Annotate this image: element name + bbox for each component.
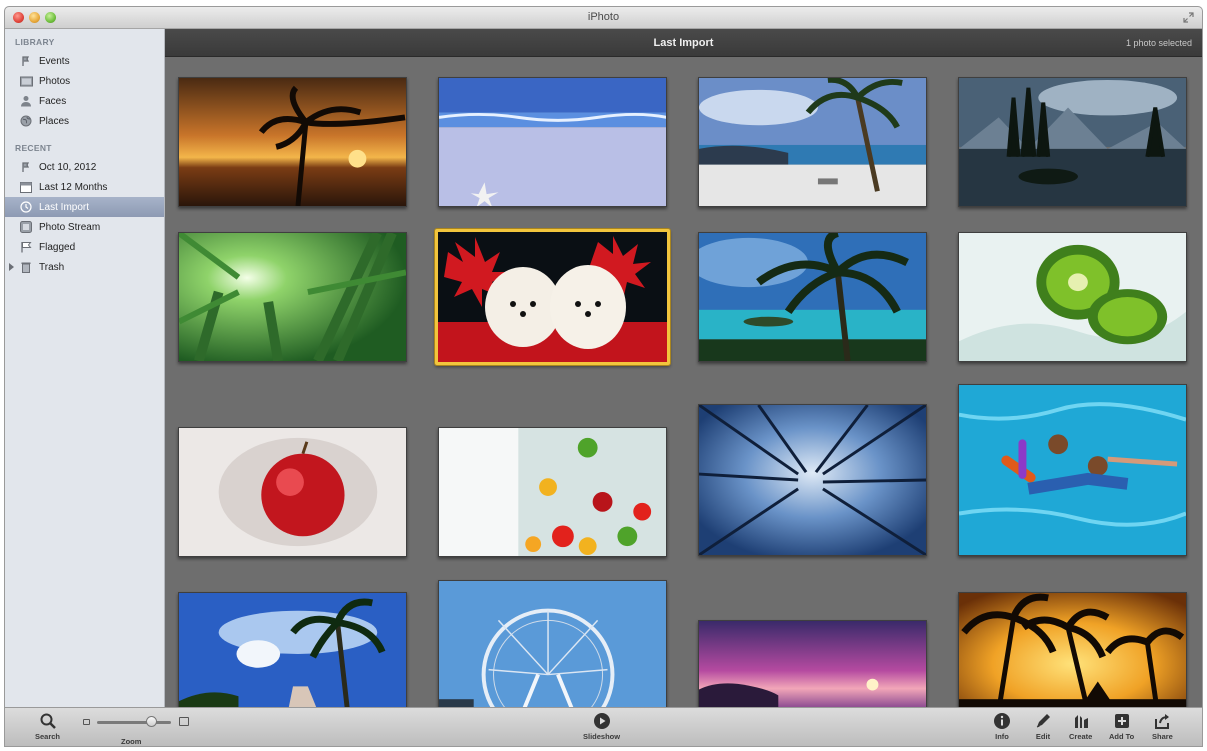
photo-thumbnail[interactable] — [438, 77, 667, 207]
pencil-icon — [1036, 714, 1050, 728]
sidebar-item-places[interactable]: Places — [5, 111, 164, 131]
recent-heading: RECENT — [15, 143, 52, 153]
photos-icon — [19, 74, 33, 88]
slideshow-label: Slideshow — [583, 732, 621, 741]
title-bar: iPhoto — [5, 7, 1202, 29]
share-button[interactable]: Share — [1152, 712, 1173, 741]
selection-status: 1 photo selected — [1125, 38, 1192, 48]
add-to-icon — [1114, 714, 1129, 728]
sidebar-item-label: Photo Stream — [39, 221, 101, 233]
info-button[interactable]: Info — [993, 712, 1011, 741]
photo-thumbnail[interactable] — [438, 427, 667, 557]
photo-thumbnail[interactable] — [958, 77, 1187, 207]
photo-stream-icon — [19, 220, 33, 234]
share-label: Share — [1152, 732, 1173, 741]
photo-thumbnail-selected[interactable] — [435, 229, 670, 365]
photo-thumbnail[interactable] — [958, 592, 1187, 709]
events-icon — [19, 54, 33, 68]
sidebar-item-label: Flagged — [39, 241, 76, 253]
sidebar-item-oct-10-2012[interactable]: Oct 10, 2012 — [5, 157, 164, 177]
zoom-track[interactable] — [97, 721, 171, 724]
search-label: Search — [35, 732, 61, 741]
sidebar-item-faces[interactable]: Faces — [5, 91, 164, 111]
places-icon — [19, 114, 33, 128]
sidebar-item-label: Oct 10, 2012 — [39, 161, 97, 173]
sidebar: LIBRARY Events Photos Faces Places RECEN… — [5, 29, 165, 709]
sidebar-item-events[interactable]: Events — [5, 51, 164, 71]
sidebar-item-label: Photos — [39, 75, 71, 87]
edit-button[interactable]: Edit — [1034, 712, 1052, 741]
edit-label: Edit — [1035, 732, 1051, 741]
zoom-slider[interactable] — [83, 715, 193, 729]
fullscreen-icon[interactable] — [1183, 12, 1194, 23]
photo-thumbnail[interactable] — [178, 77, 407, 207]
search-icon — [40, 713, 56, 729]
photo-thumbnail[interactable] — [698, 404, 927, 556]
info-label: Info — [995, 732, 1009, 741]
create-button[interactable]: Create — [1069, 712, 1092, 741]
library-heading: LIBRARY — [15, 37, 55, 47]
window-title: iPhoto — [587, 11, 620, 23]
disclosure-triangle-icon[interactable] — [9, 263, 14, 271]
add-to-label: Add To — [1109, 732, 1135, 741]
search-button[interactable]: Search — [35, 712, 60, 741]
sidebar-item-last-12-months[interactable]: Last 12 Months — [5, 177, 164, 197]
sidebar-item-label: Last Import — [39, 201, 90, 213]
info-icon — [994, 713, 1010, 729]
slideshow-button[interactable]: Slideshow — [583, 712, 620, 741]
flag-icon — [19, 240, 33, 254]
page-title: Last Import — [653, 37, 714, 49]
faces-icon — [19, 94, 33, 108]
clock-icon — [19, 200, 33, 214]
zoom-knob[interactable] — [146, 716, 157, 727]
photo-thumbnail[interactable] — [178, 232, 407, 362]
photo-thumbnail[interactable] — [438, 580, 667, 709]
event-pin-icon — [19, 160, 33, 174]
sidebar-item-label: Events — [39, 55, 70, 67]
sidebar-item-photo-stream[interactable]: Photo Stream — [5, 217, 164, 237]
zoom-label: Zoom — [121, 737, 142, 746]
trash-icon — [19, 260, 33, 274]
photo-thumbnail[interactable] — [178, 427, 407, 557]
photo-thumbnail[interactable] — [698, 77, 927, 207]
photo-thumbnail[interactable] — [958, 232, 1187, 362]
add-to-button[interactable]: Add To — [1109, 712, 1134, 741]
create-label: Create — [1069, 732, 1093, 741]
sidebar-item-photos[interactable]: Photos — [5, 71, 164, 91]
photo-thumbnail[interactable] — [698, 232, 927, 362]
zoom-in-icon — [179, 717, 189, 726]
share-icon — [1155, 714, 1170, 729]
play-icon — [593, 713, 610, 729]
sidebar-item-label: Trash — [39, 261, 65, 273]
photo-thumbnail[interactable] — [698, 620, 927, 709]
photo-grid — [165, 57, 1202, 709]
create-icon — [1074, 715, 1088, 728]
photo-thumbnail[interactable] — [958, 384, 1187, 556]
zoom-out-icon — [83, 719, 90, 725]
sidebar-item-trash[interactable]: Trash — [5, 257, 164, 277]
sidebar-item-label: Faces — [39, 95, 67, 107]
photo-thumbnail[interactable] — [178, 592, 407, 709]
content-header: Last Import 1 photo selected — [165, 29, 1202, 57]
sidebar-item-flagged[interactable]: Flagged — [5, 237, 164, 257]
iphoto-window: iPhoto LIBRARY Events Photos Faces Place… — [4, 6, 1203, 747]
sidebar-item-last-import[interactable]: Last Import — [5, 197, 164, 217]
sidebar-item-label: Places — [39, 115, 70, 127]
sidebar-item-label: Last 12 Months — [39, 181, 108, 193]
calendar-icon — [19, 180, 33, 194]
bottom-toolbar: Search Zoom Slideshow Info Edit Create A — [5, 707, 1202, 746]
